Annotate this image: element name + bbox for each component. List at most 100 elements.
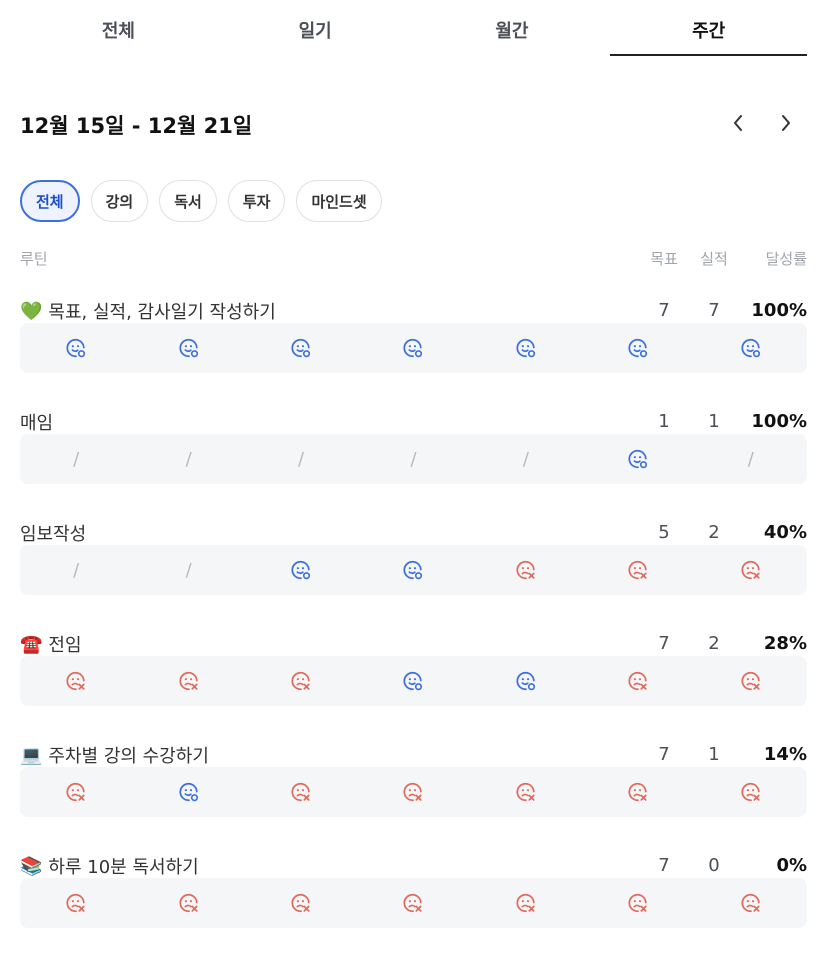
- tab-monthly[interactable]: 월간: [414, 0, 611, 56]
- day-cell[interactable]: [470, 545, 582, 595]
- day-cell[interactable]: /: [245, 434, 357, 484]
- sad-face-x-icon: [741, 671, 760, 691]
- day-cell[interactable]: [20, 767, 132, 817]
- routine-row[interactable]: 💻 주차별 강의 수강하기 7 1 14%: [20, 743, 807, 838]
- day-cell[interactable]: [582, 434, 694, 484]
- day-cell[interactable]: [245, 545, 357, 595]
- weekly-day-cells: [20, 323, 807, 373]
- day-cell[interactable]: [582, 323, 694, 373]
- day-cell[interactable]: [695, 767, 807, 817]
- day-cell[interactable]: [582, 878, 694, 928]
- sad-face-x-icon: [516, 560, 535, 580]
- day-cell[interactable]: [357, 323, 469, 373]
- routine-name: 임보작성: [20, 524, 87, 545]
- day-cell[interactable]: [470, 767, 582, 817]
- happy-face-check-icon: [66, 338, 86, 358]
- day-cell[interactable]: [245, 767, 357, 817]
- day-cell[interactable]: [132, 323, 244, 373]
- happy-face-check-icon: [179, 338, 198, 358]
- day-cell[interactable]: [20, 878, 132, 928]
- day-cell[interactable]: [695, 545, 807, 595]
- day-cell[interactable]: [470, 878, 582, 928]
- routine-title: 💻 주차별 강의 수강하기: [20, 743, 209, 768]
- day-cell[interactable]: [245, 323, 357, 373]
- day-cell[interactable]: [132, 656, 244, 706]
- day-cell[interactable]: [582, 656, 694, 706]
- routine-stats: 7 0 0%: [639, 854, 807, 878]
- routine-row[interactable]: ☎️ 전임 7 2 28%: [20, 632, 807, 727]
- no-record-mark: /: [73, 559, 80, 581]
- chevron-right-icon: [782, 115, 790, 131]
- happy-face-check-icon: [179, 782, 198, 802]
- day-cell[interactable]: /: [20, 434, 132, 484]
- happy-face-check-icon: [741, 338, 760, 358]
- sad-face-x-icon: [628, 671, 647, 691]
- day-cell[interactable]: /: [20, 545, 132, 595]
- filter-chip[interactable]: 투자: [227, 180, 286, 222]
- routine-row[interactable]: 임보작성 5 2 40% / /: [20, 521, 807, 616]
- happy-face-check-icon: [516, 338, 535, 358]
- actual-count: 1: [708, 411, 720, 432]
- day-cell[interactable]: [582, 767, 694, 817]
- achievement-rate: 14%: [763, 744, 807, 765]
- routine-title: 💚 목표, 실적, 감사일기 작성하기: [20, 299, 276, 324]
- tab-diary[interactable]: 일기: [217, 0, 414, 56]
- no-record-mark: /: [298, 448, 305, 470]
- day-cell[interactable]: /: [132, 434, 244, 484]
- day-cell[interactable]: /: [132, 545, 244, 595]
- tab-weekly[interactable]: 주간: [610, 0, 807, 56]
- routine-stats: 7 1 14%: [639, 743, 807, 767]
- weekly-day-cells: / / / / / /: [20, 434, 807, 484]
- day-cell[interactable]: /: [470, 434, 582, 484]
- goal-count: 7: [658, 855, 670, 876]
- happy-face-check-icon: [403, 671, 423, 691]
- goal-count: 7: [658, 300, 670, 321]
- day-cell[interactable]: /: [695, 434, 807, 484]
- day-cell[interactable]: [695, 878, 807, 928]
- routine-stats: 7 2 28%: [639, 632, 807, 656]
- tab-all[interactable]: 전체: [20, 0, 217, 56]
- filter-chip[interactable]: 독서: [159, 180, 217, 222]
- goal-count: 7: [658, 744, 670, 765]
- sad-face-x-icon: [741, 560, 760, 580]
- routine-emoji: 💻: [20, 744, 43, 766]
- date-range-title: 12월 15일 - 12월 21일: [20, 114, 253, 138]
- no-record-mark: /: [522, 448, 529, 470]
- day-cell[interactable]: /: [357, 434, 469, 484]
- routine-row[interactable]: 💚 목표, 실적, 감사일기 작성하기 7 7 100%: [20, 299, 807, 394]
- day-cell[interactable]: [20, 323, 132, 373]
- previous-week-button[interactable]: [727, 111, 749, 135]
- day-cell[interactable]: [470, 656, 582, 706]
- goal-count: 1: [658, 411, 670, 432]
- routine-stats: 7 7 100%: [639, 299, 807, 323]
- routine-row[interactable]: 매임 1 1 100% / / / / / /: [20, 410, 807, 505]
- day-cell[interactable]: [20, 656, 132, 706]
- sad-face-x-icon: [66, 782, 85, 802]
- routine-stats: 5 2 40%: [639, 521, 807, 545]
- day-cell[interactable]: [470, 323, 582, 373]
- filter-chip[interactable]: 전체: [20, 180, 80, 222]
- goal-column-header: 목표: [650, 250, 678, 268]
- routine-row[interactable]: 📚 하루 10분 독서하기 7 0 0%: [20, 854, 807, 949]
- no-record-mark: /: [185, 448, 192, 470]
- actual-count: 7: [708, 300, 720, 321]
- day-cell[interactable]: [695, 323, 807, 373]
- day-cell[interactable]: [245, 656, 357, 706]
- day-cell[interactable]: [132, 767, 244, 817]
- day-cell[interactable]: [357, 545, 469, 595]
- day-cell[interactable]: [582, 545, 694, 595]
- day-cell[interactable]: [245, 878, 357, 928]
- filter-chip[interactable]: 마인드셋: [296, 180, 382, 222]
- day-cell[interactable]: [132, 878, 244, 928]
- achievement-rate: 0%: [776, 855, 807, 876]
- filter-chip[interactable]: 강의: [90, 180, 149, 222]
- no-record-mark: /: [410, 448, 417, 470]
- day-cell[interactable]: [357, 767, 469, 817]
- next-week-button[interactable]: [775, 111, 797, 135]
- day-cell[interactable]: [357, 878, 469, 928]
- weekly-day-cells: / /: [20, 545, 807, 595]
- day-cell[interactable]: [357, 656, 469, 706]
- day-cell[interactable]: [695, 656, 807, 706]
- sad-face-x-icon: [179, 671, 198, 691]
- routine-stats: 1 1 100%: [639, 410, 807, 434]
